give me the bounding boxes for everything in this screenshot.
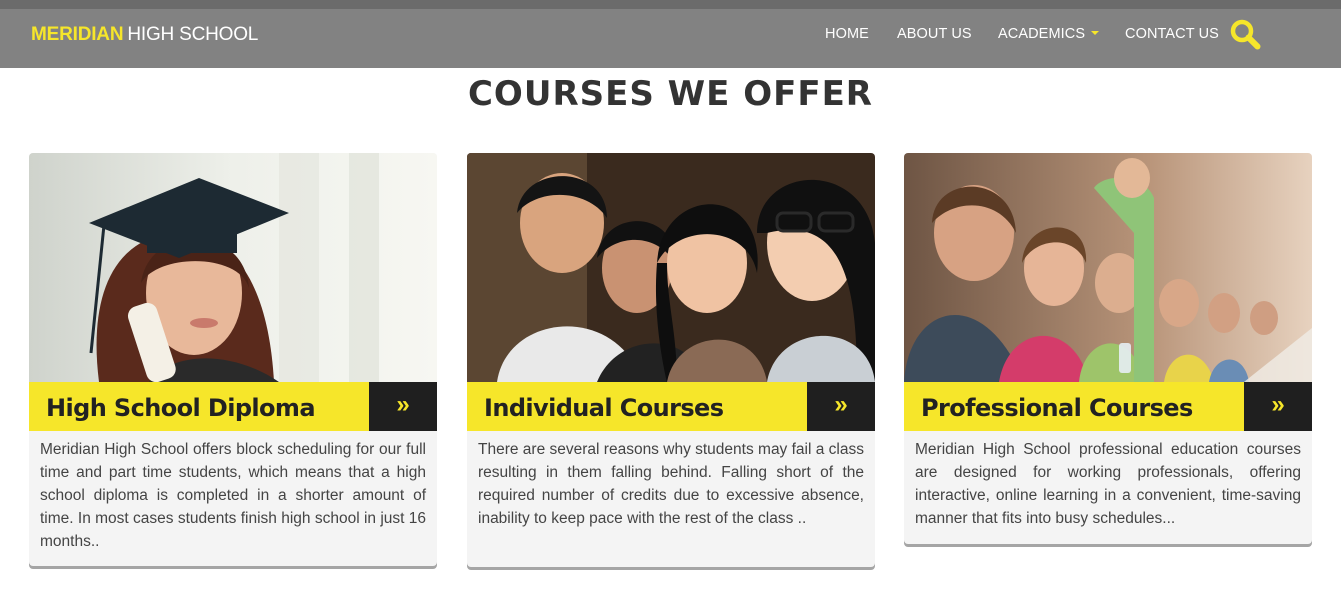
search-icon[interactable] — [1229, 18, 1263, 52]
top-strip — [0, 0, 1341, 9]
nav-contact-us[interactable]: CONTACT US — [1125, 26, 1219, 42]
course-description: Meridian High School professional educat… — [915, 441, 1301, 527]
double-chevron-right-icon: » — [396, 391, 410, 418]
course-description: Meridian High School offers block schedu… — [40, 441, 426, 550]
course-card-professional-courses: Professional Courses » Meridian High Sch… — [904, 153, 1312, 544]
navbar: MERIDIAN HIGH SCHOOL HOME ABOUT US ACADEM… — [0, 9, 1341, 68]
course-title: Individual Courses — [484, 394, 724, 422]
course-card-individual-courses: Individual Courses » There are several r… — [467, 153, 875, 567]
section-title: COURSES WE OFFER — [467, 74, 873, 114]
course-title-bar: High School Diploma — [29, 382, 369, 431]
course-title-bar: Individual Courses — [467, 382, 807, 431]
double-chevron-right-icon: » — [1271, 391, 1285, 418]
brand-highlight: MERIDIAN — [31, 24, 124, 45]
course-title-bar: Professional Courses — [904, 382, 1244, 431]
course-more-button[interactable]: » — [807, 382, 875, 431]
double-chevron-right-icon: » — [834, 391, 848, 418]
course-card-high-school-diploma: High School Diploma » Meridian High Scho… — [29, 153, 437, 566]
brand-rest: HIGH SCHOOL — [127, 24, 259, 45]
course-more-button[interactable]: » — [1244, 382, 1312, 431]
nav-about-us[interactable]: ABOUT US — [897, 26, 972, 42]
course-photo-students — [467, 153, 875, 382]
course-more-button[interactable]: » — [369, 382, 437, 431]
brand-logo[interactable]: MERIDIAN HIGH SCHOOL — [31, 24, 258, 46]
course-photo-graduate — [29, 153, 437, 382]
caret-down-icon — [1091, 31, 1100, 35]
course-photo-classroom — [904, 153, 1312, 382]
nav-academics[interactable]: ACADEMICS — [998, 26, 1100, 42]
nav-academics-label: ACADEMICS — [998, 26, 1086, 42]
nav-home[interactable]: HOME — [825, 26, 869, 42]
course-title: Professional Courses — [921, 394, 1193, 422]
course-title: High School Diploma — [46, 394, 316, 422]
course-description: There are several reasons why students m… — [478, 441, 864, 527]
